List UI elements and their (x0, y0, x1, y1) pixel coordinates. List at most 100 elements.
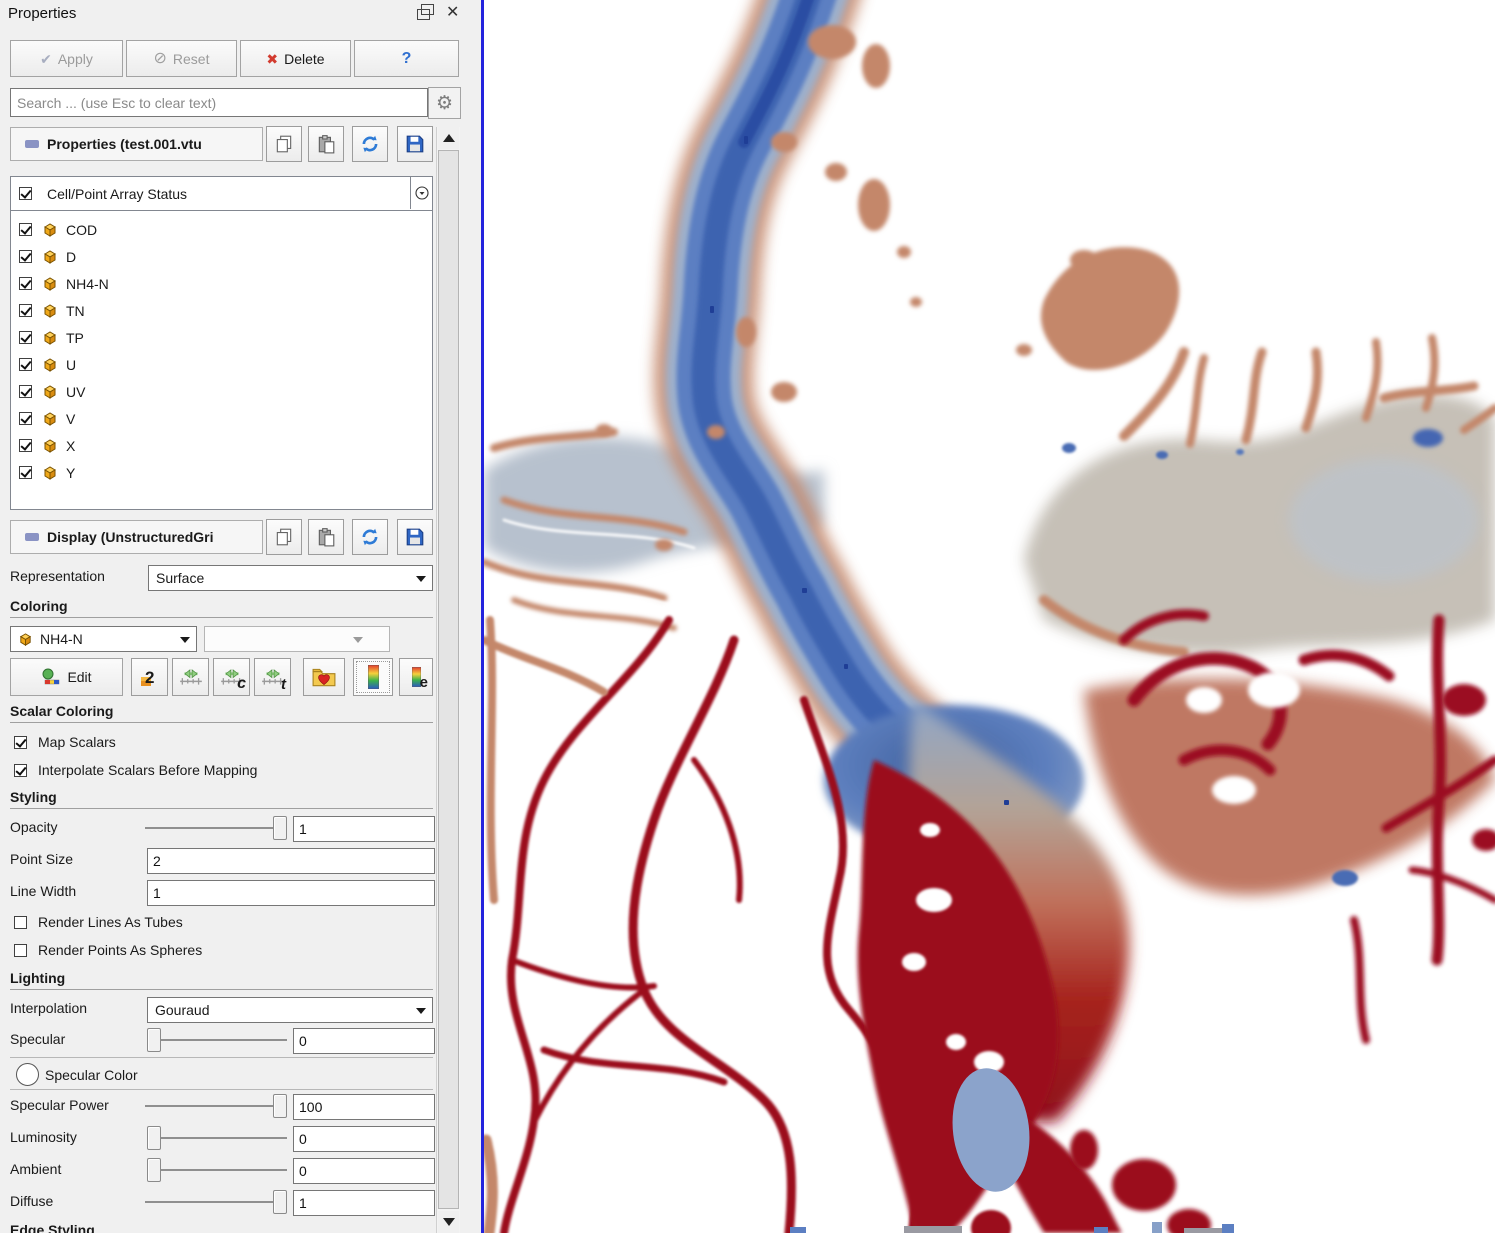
map-scalars-row[interactable]: Map Scalars (14, 734, 116, 750)
array-checkbox[interactable] (19, 358, 32, 371)
array-checkbox[interactable] (19, 277, 32, 290)
reload-properties-button[interactable] (352, 126, 388, 162)
rescale-temporal-range-button[interactable]: t (254, 658, 291, 696)
panel-scrollbar[interactable] (436, 127, 460, 1233)
paste-display-button[interactable] (308, 519, 344, 555)
representation-combo[interactable]: Surface (148, 565, 433, 591)
opacity-input[interactable] (293, 816, 435, 842)
render-canvas[interactable] (484, 0, 1495, 1233)
specular-input[interactable] (293, 1028, 435, 1054)
scroll-up-button[interactable] (438, 127, 459, 149)
array-row-y[interactable]: Y (11, 459, 432, 486)
render-points-spheres-checkbox[interactable] (14, 944, 27, 957)
array-row-u[interactable]: U (11, 351, 432, 378)
line-width-label: Line Width (10, 883, 76, 899)
interpolate-scalars-checkbox[interactable] (14, 764, 27, 777)
display-section-header[interactable]: Display (UnstructuredGri (10, 520, 263, 554)
specular-power-input[interactable] (293, 1094, 435, 1120)
search-input[interactable] (10, 88, 428, 117)
edit-color-map-button[interactable]: Edit (10, 658, 123, 696)
copy-properties-button[interactable] (266, 126, 302, 162)
rescale-custom-range-button[interactable]: c (213, 658, 250, 696)
luminosity-input[interactable] (293, 1126, 435, 1152)
array-row-d[interactable]: D (11, 243, 432, 270)
paste-properties-button[interactable] (308, 126, 344, 162)
opacity-slider[interactable] (145, 816, 287, 840)
interpolate-scalars-row[interactable]: Interpolate Scalars Before Mapping (14, 762, 257, 778)
reload-display-button[interactable] (352, 519, 388, 555)
interpolation-combo[interactable]: Gouraud (147, 997, 433, 1023)
array-checkbox[interactable] (19, 223, 32, 236)
ambient-slider[interactable] (147, 1158, 287, 1182)
reset-button[interactable]: ⊘ Reset (126, 40, 237, 77)
specular-slider[interactable] (147, 1028, 287, 1052)
array-row-x[interactable]: X (11, 432, 432, 459)
array-row-v[interactable]: V (11, 405, 432, 432)
separate-color-map-button[interactable]: 2 (131, 658, 168, 696)
edit-color-legend-button[interactable]: e (399, 658, 433, 696)
rescale-range-icon (178, 667, 204, 687)
line-width-input[interactable] (147, 880, 435, 906)
slider-handle[interactable] (147, 1126, 161, 1150)
slider-handle[interactable] (273, 1094, 287, 1118)
color-component-combo[interactable] (204, 626, 390, 652)
array-status-all-checkbox[interactable] (19, 187, 32, 200)
rescale-data-range-button[interactable] (172, 658, 209, 696)
render-lines-tubes-checkbox[interactable] (14, 916, 27, 929)
close-icon[interactable]: ✕ (446, 5, 459, 21)
slider-handle[interactable] (147, 1158, 161, 1182)
properties-section-header[interactable]: Properties (test.001.vtu (10, 127, 263, 161)
array-checkbox[interactable] (19, 439, 32, 452)
specular-color-row[interactable]: Specular Color (16, 1063, 138, 1086)
array-row-tp[interactable]: TP (11, 324, 432, 351)
interpolate-scalars-label: Interpolate Scalars Before Mapping (38, 762, 257, 778)
array-status-options-button[interactable] (410, 177, 432, 209)
help-label: ? (402, 50, 412, 68)
point-array-cube-icon (18, 632, 33, 647)
save-defaults-button[interactable] (397, 126, 433, 162)
render-lines-tubes-row[interactable]: Render Lines As Tubes (14, 914, 183, 930)
map-scalars-checkbox[interactable] (14, 736, 27, 749)
point-size-input[interactable] (147, 848, 435, 874)
float-window-icon[interactable] (417, 8, 433, 22)
array-row-tn[interactable]: TN (11, 297, 432, 324)
render-view[interactable] (481, 0, 1495, 1233)
slider-handle[interactable] (273, 816, 287, 840)
help-button[interactable]: ? (354, 40, 459, 77)
apply-button[interactable]: ✔ Apply (10, 40, 123, 77)
slider-handle[interactable] (273, 1190, 287, 1214)
array-checkbox[interactable] (19, 331, 32, 344)
array-row-cod[interactable]: COD (11, 216, 432, 243)
array-checkbox[interactable] (19, 304, 32, 317)
array-checkbox[interactable] (19, 466, 32, 479)
copy-display-button[interactable] (266, 519, 302, 555)
scrollbar-thumb[interactable] (438, 150, 459, 1209)
scroll-down-button[interactable] (438, 1211, 459, 1233)
array-checkbox[interactable] (19, 385, 32, 398)
color-by-combo[interactable]: NH4-N (10, 626, 197, 652)
array-status-header[interactable]: Cell/Point Array Status (11, 177, 432, 211)
render-points-spheres-row[interactable]: Render Points As Spheres (14, 942, 202, 958)
panel-title: Properties (8, 5, 76, 22)
choose-preset-button[interactable] (303, 658, 345, 696)
triangle-up-icon (443, 134, 455, 142)
save-display-defaults-button[interactable] (397, 519, 433, 555)
search-options-button[interactable]: ⚙ (428, 87, 461, 119)
diffuse-slider[interactable] (145, 1190, 287, 1214)
ambient-input[interactable] (293, 1158, 435, 1184)
array-row-uv[interactable]: UV (11, 378, 432, 405)
luminosity-slider[interactable] (147, 1126, 287, 1150)
specular-power-slider[interactable] (145, 1094, 287, 1118)
diffuse-input[interactable] (293, 1190, 435, 1216)
array-row-nh4n[interactable]: NH4-N (11, 270, 432, 297)
specular-power-label: Specular Power (10, 1097, 109, 1113)
toggle-color-legend-button[interactable] (353, 658, 393, 696)
slider-handle[interactable] (147, 1028, 161, 1052)
delete-button[interactable]: ✖ Delete (240, 40, 351, 77)
chevron-down-icon (353, 637, 363, 643)
array-checkbox[interactable] (19, 250, 32, 263)
separate-color-map-icon: 2 (139, 666, 161, 688)
delete-label: Delete (284, 51, 324, 67)
array-checkbox[interactable] (19, 412, 32, 425)
specular-color-swatch[interactable] (16, 1063, 39, 1086)
